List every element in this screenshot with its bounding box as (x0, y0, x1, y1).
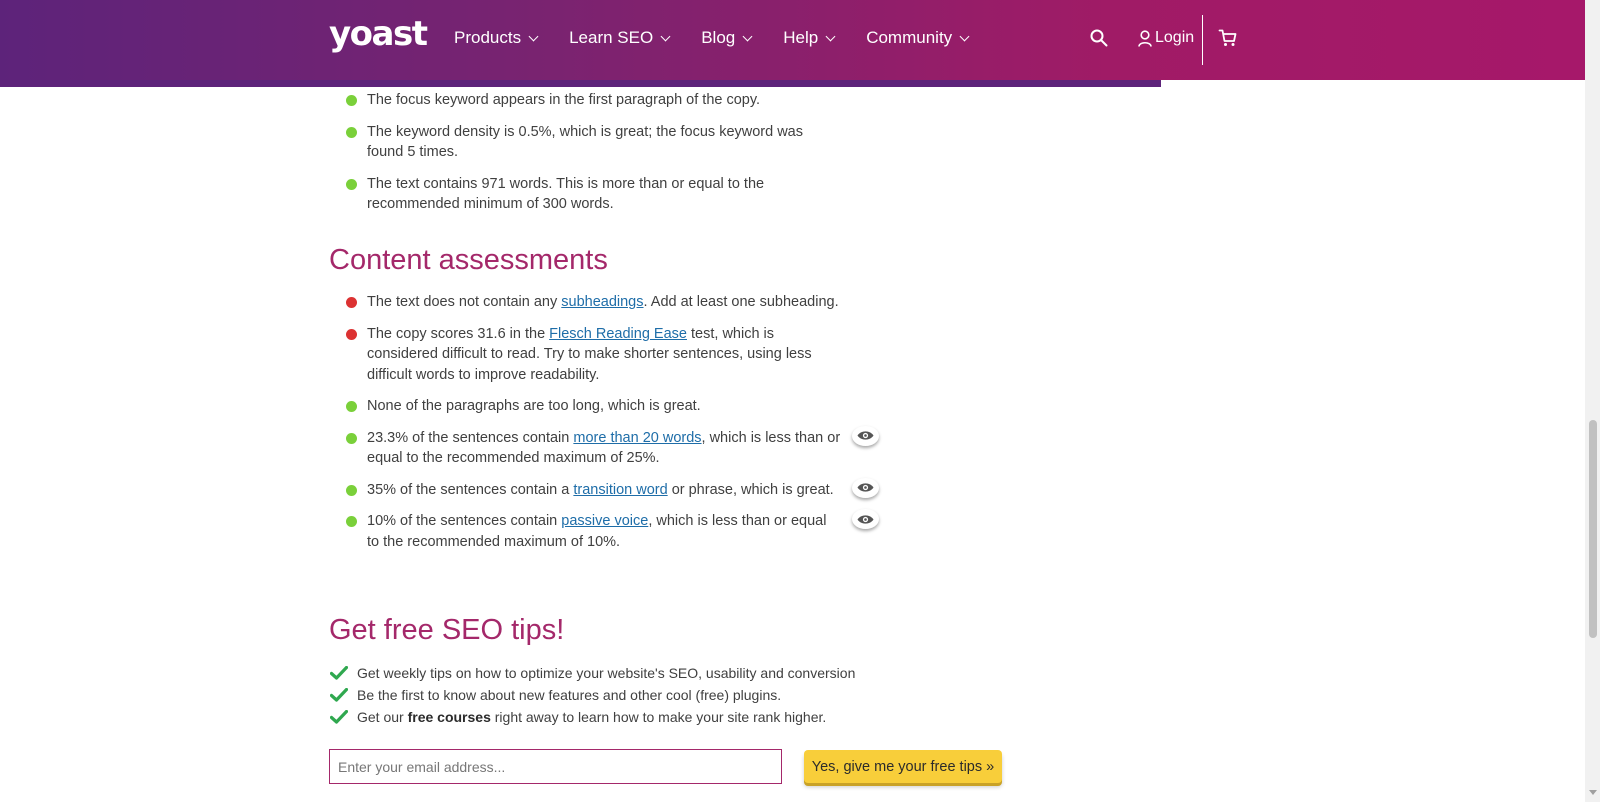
chevron-down-icon (528, 31, 539, 41)
content-assessments-heading: Content assessments (329, 244, 608, 276)
passive-voice-link[interactable]: passive voice (561, 513, 648, 529)
list-item: The keyword density is 0.5%, which is gr… (346, 122, 841, 163)
status-good-bullet (346, 484, 357, 496)
subheadings-link[interactable]: subheadings (561, 294, 643, 310)
nav-products[interactable]: Products (454, 28, 539, 48)
login-link[interactable]: Login (1138, 29, 1194, 47)
chevron-down-icon (959, 31, 970, 41)
main-nav: Products Learn SEO Blog Help Community (454, 28, 1000, 48)
free-seo-tips-heading: Get free SEO tips! (329, 614, 565, 646)
tips-list: Get weekly tips on how to optimize your … (330, 662, 855, 728)
scrollbar-thumb[interactable] (1589, 420, 1597, 638)
nav-help[interactable]: Help (783, 28, 836, 48)
check-icon (330, 666, 348, 680)
status-good-bullet (346, 178, 357, 190)
status-bad-bullet (346, 328, 357, 340)
status-good-bullet (346, 126, 357, 138)
search-icon[interactable] (1090, 29, 1112, 51)
list-item: None of the paragraphs are too long, whi… (346, 396, 841, 417)
get-tips-button[interactable]: Yes, give me your free tips » (804, 750, 1002, 783)
eye-icon[interactable] (852, 425, 879, 446)
nav-blog[interactable]: Blog (701, 28, 753, 48)
status-good-bullet (346, 516, 357, 527)
seo-assessment-list: The focus keyword appears in the first p… (346, 90, 841, 215)
list-item: 23.3% of the sentences contain more than… (346, 425, 879, 469)
yoast-logo[interactable]: yoast (329, 14, 428, 54)
list-item: The text contains 971 words. This is mor… (346, 174, 841, 215)
page-scrollbar[interactable] (1585, 0, 1600, 802)
check-icon (330, 688, 348, 702)
chevron-down-icon (742, 31, 753, 41)
user-icon (1138, 29, 1152, 47)
eye-icon[interactable] (852, 509, 879, 529)
check-icon (330, 710, 348, 724)
list-item: The focus keyword appears in the first p… (346, 90, 841, 111)
eye-icon[interactable] (852, 477, 879, 498)
list-item: Be the first to know about new features … (330, 684, 855, 706)
more-than-20-words-link[interactable]: more than 20 words (573, 430, 701, 446)
site-header: yoast Products Learn SEO Blog Help Commu… (0, 0, 1585, 80)
status-good-bullet (346, 401, 357, 412)
header-progress-bar (0, 80, 1161, 87)
list-item: Get weekly tips on how to optimize your … (330, 662, 855, 684)
list-item: Get our free courses right away to learn… (330, 706, 855, 728)
email-input[interactable] (329, 749, 782, 784)
nav-learn-seo[interactable]: Learn SEO (569, 28, 671, 48)
list-item: 35% of the sentences contain a transitio… (346, 477, 879, 501)
list-item: The text does not contain any subheading… (346, 292, 841, 313)
chevron-down-icon (660, 31, 671, 41)
chevron-down-icon (825, 31, 836, 41)
transition-word-link[interactable]: transition word (573, 482, 667, 498)
list-item: 10% of the sentences contain passive voi… (346, 509, 879, 552)
list-item: The copy scores 31.6 in the Flesch Readi… (346, 324, 841, 386)
nav-community[interactable]: Community (866, 28, 970, 48)
status-good-bullet (346, 95, 357, 106)
scroll-down-arrow-icon[interactable] (1589, 790, 1597, 795)
status-good-bullet (346, 432, 357, 444)
cart-icon[interactable] (1218, 28, 1238, 53)
status-bad-bullet (346, 297, 357, 308)
flesch-reading-ease-link[interactable]: Flesch Reading Ease (549, 326, 687, 342)
header-divider (1202, 15, 1203, 65)
content-assessment-list: The text does not contain any subheading… (346, 292, 879, 552)
